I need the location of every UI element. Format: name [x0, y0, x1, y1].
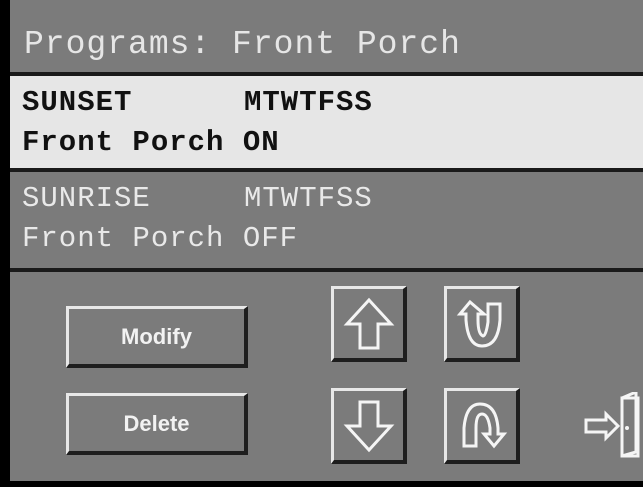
program-action: Front Porch OFF — [22, 222, 299, 255]
arrow-up-icon — [343, 297, 394, 349]
program-action: Front Porch ON — [22, 126, 280, 159]
program-days: MTWTFSS — [244, 86, 373, 119]
arrow-down-icon — [343, 400, 394, 452]
programs-screen: Programs: Front Porch SUNSET MTWTFSS Fro… — [0, 0, 643, 487]
program-row-selected[interactable]: SUNSET MTWTFSS Front Porch ON — [10, 76, 643, 168]
page-up-button[interactable] — [444, 286, 520, 362]
header: Programs: Front Porch — [10, 12, 643, 72]
page-title: Programs: Front Porch — [24, 26, 461, 63]
program-trigger: SUNRISE — [22, 182, 151, 215]
delete-button[interactable]: Delete — [66, 393, 248, 455]
modify-button-label: Modify — [121, 323, 192, 349]
divider — [10, 268, 643, 272]
program-trigger: SUNSET — [22, 86, 133, 119]
exit-button[interactable] — [584, 389, 643, 462]
page-down-button[interactable] — [444, 388, 520, 464]
program-row[interactable]: SUNRISE MTWTFSS Front Porch OFF — [10, 172, 643, 268]
page-down-icon — [462, 401, 507, 448]
scroll-up-button[interactable] — [331, 286, 407, 362]
delete-button-label: Delete — [123, 410, 190, 436]
program-days: MTWTFSS — [244, 182, 373, 215]
exit-door-icon — [584, 389, 640, 458]
scroll-down-button[interactable] — [331, 388, 407, 464]
page-up-icon — [456, 299, 501, 348]
modify-button[interactable]: Modify — [66, 306, 248, 368]
